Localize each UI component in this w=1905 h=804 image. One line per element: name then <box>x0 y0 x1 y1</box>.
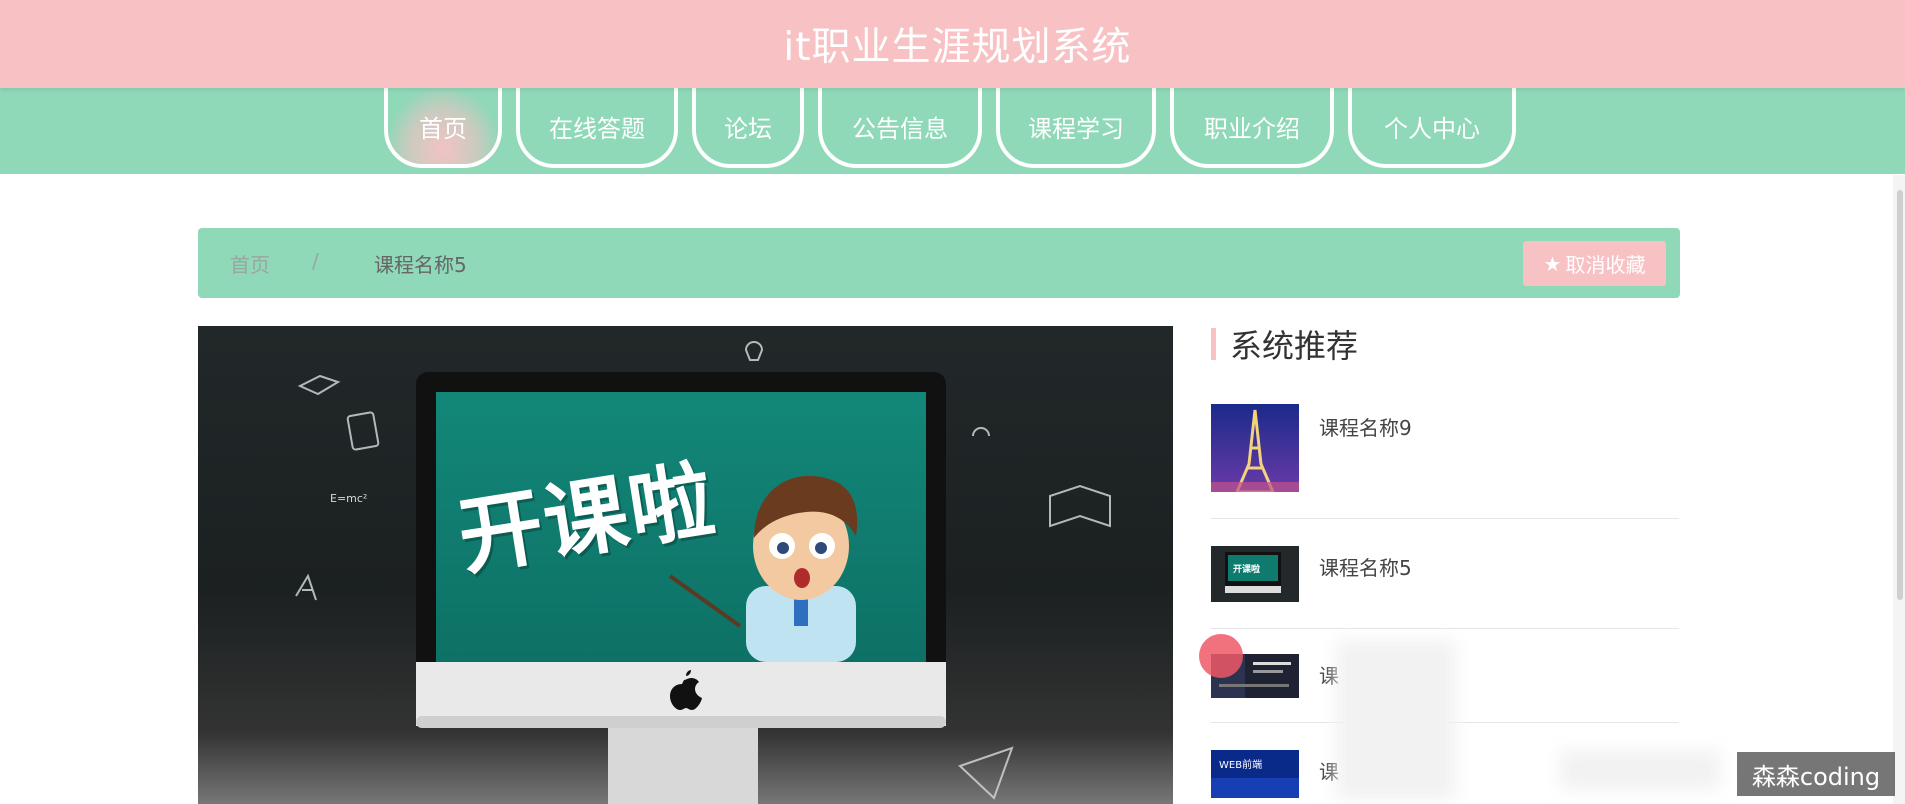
nav-item-label: 个人中心 <box>1384 114 1480 143</box>
unfavorite-button[interactable]: ★ 取消收藏 <box>1523 241 1666 286</box>
formula-doodle: E=mc² <box>330 492 367 505</box>
breadcrumb-current: 课程名称5 <box>374 253 467 277</box>
recommend-item-name[interactable]: 课程名称5 <box>1319 552 1412 581</box>
blurred-region <box>1560 750 1720 790</box>
nav-item-personal-center[interactable]: 个人中心 <box>1348 88 1516 168</box>
recommend-thumbnail[interactable]: WEB前端 <box>1211 750 1299 798</box>
recommend-thumbnail[interactable]: 开课啦 <box>1211 546 1299 602</box>
breadcrumb-home-link[interactable]: 首页 <box>230 249 270 278</box>
recommend-item-name[interactable]: 课程名称9 <box>1319 412 1412 441</box>
watermark: 森森coding <box>1737 752 1895 796</box>
nav-item-forum[interactable]: 论坛 <box>692 88 804 168</box>
divider <box>1211 628 1679 629</box>
svg-text:WEB前端: WEB前端 <box>1219 758 1262 771</box>
star-icon: ★ <box>1543 251 1562 276</box>
breadcrumb: 首页 / 课程名称5 ★ 取消收藏 <box>198 228 1680 298</box>
nav-item-online-quiz[interactable]: 在线答题 <box>516 88 678 168</box>
recommend-item[interactable]: 开课啦 课程名称5 <box>1211 546 1679 602</box>
nav-item-label: 职业介绍 <box>1204 114 1300 143</box>
unfavorite-label: 取消收藏 <box>1565 253 1646 277</box>
recommend-item[interactable]: 课程名称9 <box>1211 404 1679 492</box>
nav-item-course-study[interactable]: 课程学习 <box>996 88 1156 168</box>
nav-item-label: 课程学习 <box>1028 114 1124 143</box>
site-header: it职业生涯规划系统 <box>0 0 1905 88</box>
svg-text:开课啦: 开课啦 <box>1233 563 1260 575</box>
nav-item-home[interactable]: 首页 <box>384 88 502 168</box>
recommend-title: 系统推荐 <box>1230 327 1359 365</box>
nav-item-label: 公告信息 <box>852 114 948 143</box>
heading-accent-bar <box>1211 328 1216 360</box>
recommend-thumbnail[interactable] <box>1211 404 1299 492</box>
scrollbar-thumb[interactable] <box>1897 190 1903 600</box>
blurred-region <box>1336 640 1456 800</box>
recommend-heading: 系统推荐 <box>1211 324 1359 365</box>
course-cover-image: E=mc² 开课啦 <box>198 326 1173 804</box>
nav-item-announcements[interactable]: 公告信息 <box>818 88 982 168</box>
main-nav: 首页 在线答题 论坛 公告信息 课程学习 职业介绍 个人中心 <box>0 88 1905 174</box>
mouse-cursor-highlight <box>1199 634 1243 678</box>
course-cover-illustration: E=mc² <box>295 341 1111 804</box>
nav-item-label: 在线答题 <box>549 114 645 143</box>
site-title: it职业生涯规划系统 <box>783 25 1132 70</box>
breadcrumb-separator: / <box>312 249 319 273</box>
divider <box>1211 518 1679 519</box>
nav-item-career-intro[interactable]: 职业介绍 <box>1170 88 1334 168</box>
nav-item-label: 论坛 <box>724 114 772 143</box>
nav-item-label: 首页 <box>419 114 467 143</box>
